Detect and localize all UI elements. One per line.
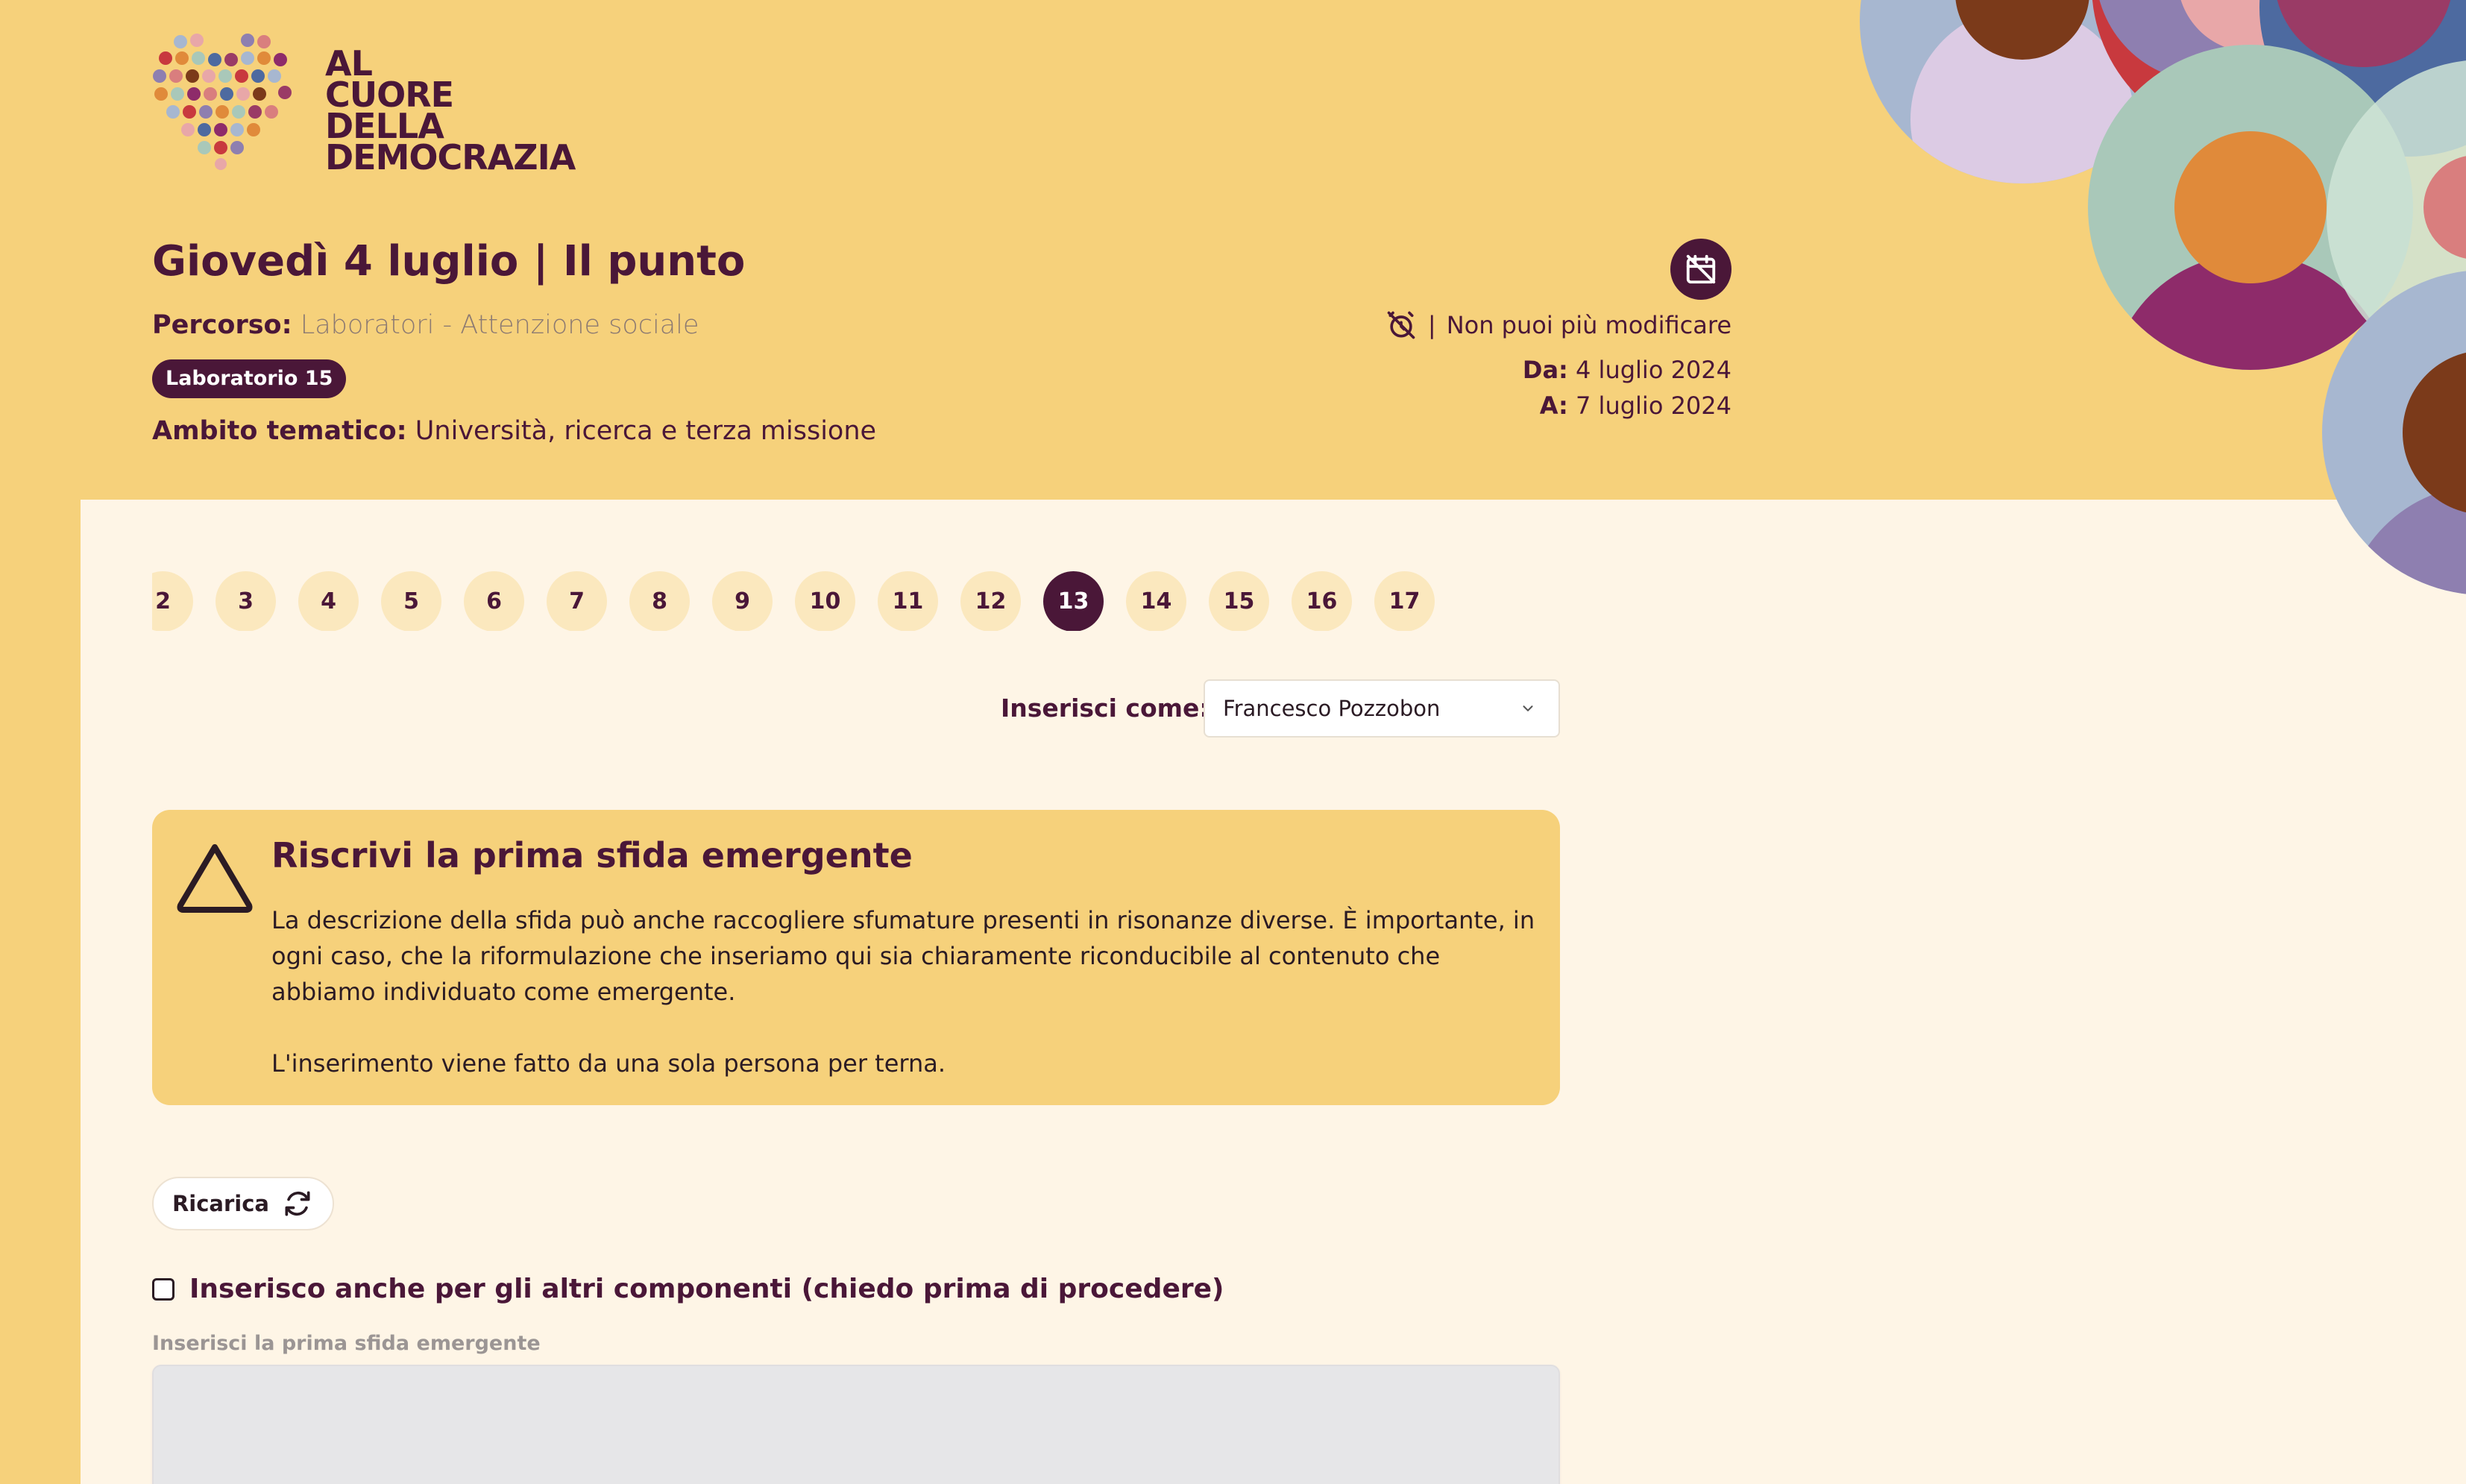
ambito-row: Ambito tematico: Università, ricerca e t… bbox=[152, 416, 876, 446]
calendar-off-button[interactable] bbox=[1670, 239, 1731, 300]
step-17[interactable]: 17 bbox=[1374, 571, 1435, 631]
challenge-field-label: Inserisci la prima sfida emergente bbox=[152, 1332, 541, 1355]
instruction-alert: Riscrivi la prima sfida emergente La des… bbox=[152, 810, 1560, 1105]
ambito-label: Ambito tematico: bbox=[152, 416, 407, 446]
step-11[interactable]: 11 bbox=[878, 571, 938, 631]
logo-heart-mark bbox=[153, 34, 292, 170]
other-components-label[interactable]: Inserisco anche per gli altri componenti… bbox=[189, 1274, 1224, 1304]
brand-logo[interactable]: AL CUORE DELLA DEMOCRAZIA bbox=[151, 28, 576, 177]
status-text: Non puoi più modificare bbox=[1446, 311, 1731, 339]
step-2[interactable]: 2 bbox=[152, 571, 193, 631]
lab-badge: Laboratorio 15 bbox=[152, 359, 347, 398]
step-6[interactable]: 6 bbox=[464, 571, 524, 631]
alert-paragraph-2: L'inserimento viene fatto da una sola pe… bbox=[271, 1049, 946, 1078]
status-separator: | bbox=[1427, 311, 1436, 339]
percorso-value: Laboratori - Attenzione sociale bbox=[300, 310, 699, 340]
percorso-label: Percorso: bbox=[152, 310, 292, 340]
date-from-row: Da: 4 luglio 2024 bbox=[1523, 352, 1731, 388]
insert-as-selected: Francesco Pozzobon bbox=[1223, 696, 1441, 721]
reload-button[interactable]: Ricarica bbox=[152, 1177, 334, 1230]
date-from-label: Da: bbox=[1522, 356, 1568, 384]
step-12[interactable]: 12 bbox=[960, 571, 1021, 631]
logo-line-4: DEMOCRAZIA bbox=[325, 137, 576, 177]
step-list: 2 3 4 5 6 7 8 9 10 11 12 13 14 15 16 17 bbox=[152, 571, 1435, 631]
step-5[interactable]: 5 bbox=[381, 571, 441, 631]
step-7[interactable]: 7 bbox=[547, 571, 607, 631]
step-16[interactable]: 16 bbox=[1292, 571, 1352, 631]
warning-triangle-icon bbox=[177, 844, 253, 913]
alert-body: La descrizione della sfida può anche rac… bbox=[271, 902, 1539, 1081]
insert-as-label: Inserisci come: bbox=[1001, 694, 1210, 723]
step-15[interactable]: 15 bbox=[1209, 571, 1269, 631]
step-navigation: 2 3 4 5 6 7 8 9 10 11 12 13 14 15 16 17 bbox=[152, 571, 1479, 631]
date-from-value: 4 luglio 2024 bbox=[1576, 356, 1731, 384]
date-to-value: 7 luglio 2024 bbox=[1576, 392, 1731, 420]
chevron-down-icon bbox=[1523, 705, 1533, 711]
edit-status: | Non puoi più modificare bbox=[1385, 309, 1731, 342]
step-4[interactable]: 4 bbox=[298, 571, 359, 631]
ambito-value: Università, ricerca e terza missione bbox=[415, 416, 877, 446]
step-14[interactable]: 14 bbox=[1126, 571, 1186, 631]
percorso-row: Percorso: Laboratori - Attenzione social… bbox=[152, 310, 699, 340]
reload-label: Ricarica bbox=[172, 1191, 270, 1216]
step-13[interactable]: 13 bbox=[1043, 571, 1104, 631]
page-title: Giovedì 4 luglio | Il punto bbox=[152, 237, 746, 286]
date-to-row: A: 7 luglio 2024 bbox=[1523, 388, 1731, 424]
refresh-icon bbox=[285, 1191, 310, 1216]
challenge-textarea[interactable] bbox=[152, 1365, 1560, 1484]
step-8[interactable]: 8 bbox=[629, 571, 690, 631]
date-to-label: A: bbox=[1539, 392, 1568, 420]
step-3[interactable]: 3 bbox=[216, 571, 276, 631]
calendar-off-icon bbox=[1686, 254, 1716, 284]
alert-paragraph-1: La descrizione della sfida può anche rac… bbox=[271, 906, 1535, 1006]
date-range: Da: 4 luglio 2024 A: 7 luglio 2024 bbox=[1523, 352, 1731, 424]
alarm-off-icon bbox=[1387, 311, 1415, 339]
other-components-checkbox[interactable] bbox=[152, 1277, 174, 1301]
step-10[interactable]: 10 bbox=[795, 571, 855, 631]
step-9[interactable]: 9 bbox=[712, 571, 773, 631]
other-components-option: Inserisco anche per gli altri componenti… bbox=[152, 1274, 1224, 1304]
logo-wordmark: AL CUORE DELLA DEMOCRAZIA bbox=[325, 46, 576, 177]
page: AL CUORE DELLA DEMOCRAZIA Giovedì 4 lugl… bbox=[0, 0, 2466, 1484]
alert-title: Riscrivi la prima sfida emergente bbox=[271, 835, 913, 875]
insert-as-select[interactable]: Francesco Pozzobon bbox=[1204, 679, 1560, 738]
